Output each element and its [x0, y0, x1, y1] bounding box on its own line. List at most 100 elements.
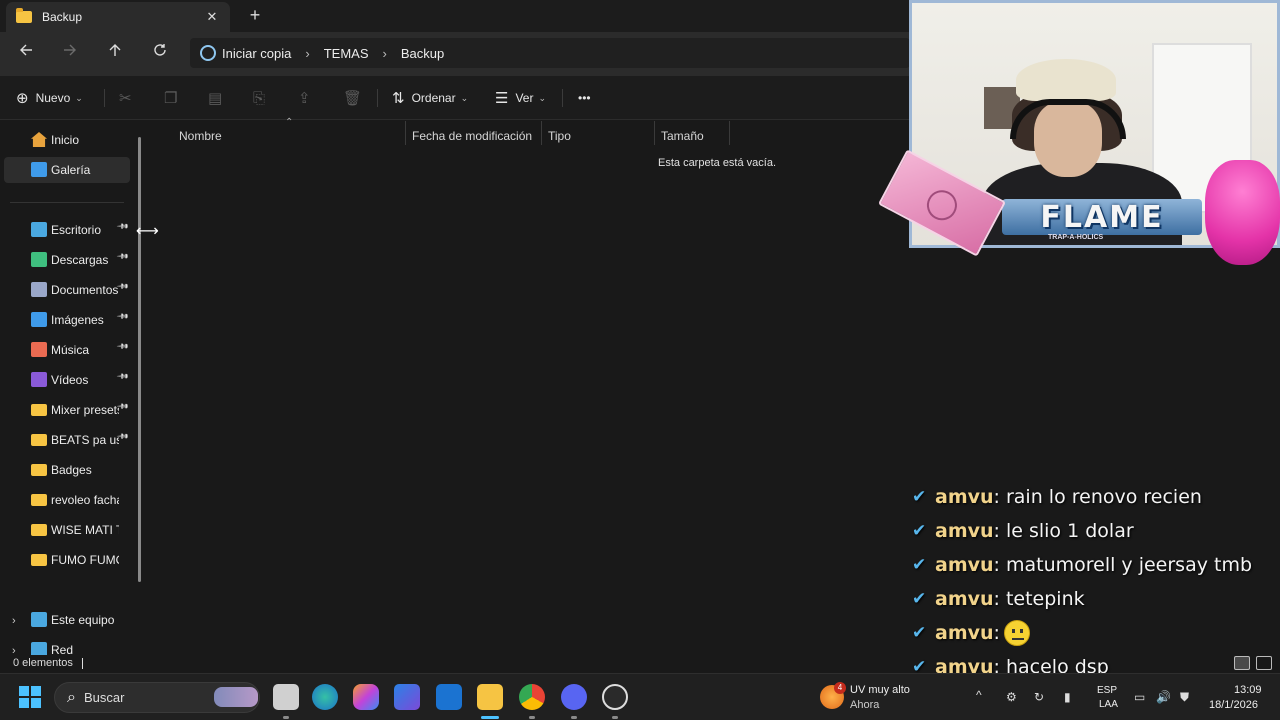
- outlook-icon[interactable]: [436, 684, 462, 710]
- chat-username: amvu: [935, 554, 994, 576]
- clock-date[interactable]: 18/1/2026: [1209, 699, 1258, 711]
- bill-seal: [921, 184, 963, 226]
- new-label: Nuevo: [35, 91, 71, 105]
- sidebar-item-label: Inicio: [51, 133, 80, 147]
- document-icon: [31, 282, 47, 297]
- chat-message: ✔ amvu: rain lo renovo recien: [912, 482, 1202, 512]
- start-button[interactable]: [19, 686, 41, 708]
- breadcrumb-backup[interactable]: Backup: [401, 46, 444, 61]
- running-indicator: [571, 716, 577, 719]
- sidebar-scrollbar[interactable]: [138, 137, 141, 582]
- store-icon[interactable]: [394, 684, 420, 710]
- desktop-icon: [31, 222, 47, 237]
- chat-message: ✔ amvu: matumorell y jeersay tmb: [912, 550, 1252, 580]
- sort-ascending-icon: ⌃: [285, 117, 294, 128]
- sidebar-item-network[interactable]: Red: [4, 637, 130, 655]
- sidebar-item-revoleo-facha[interactable]: revoleo facha: [4, 487, 130, 513]
- breadcrumb-temas[interactable]: TEMAS: [324, 46, 369, 61]
- tiles-view-button[interactable]: [1256, 656, 1272, 670]
- more-options-button[interactable]: •••: [578, 87, 591, 109]
- column-divider[interactable]: [654, 121, 655, 145]
- sidebar-item-label: Red: [51, 643, 74, 655]
- arrow-right-icon: [64, 44, 76, 56]
- tray-app-icon[interactable]: ▮: [1064, 690, 1071, 704]
- column-header-type[interactable]: Tipo: [548, 125, 571, 147]
- view-button[interactable]: ☰ Ver ⌄: [495, 87, 546, 109]
- weather-subtitle[interactable]: Ahora: [850, 699, 879, 711]
- copilot-icon[interactable]: [353, 684, 379, 710]
- chat-username: amvu: [935, 520, 994, 542]
- column-header-name[interactable]: Nombre: [179, 125, 222, 147]
- sidebar-item-wise-mati-tob-[interactable]: WISE MATI TOB': [4, 517, 130, 543]
- file-explorer-icon[interactable]: [477, 684, 503, 710]
- cut-button[interactable]: ✂: [119, 87, 139, 109]
- breadcrumb-separator[interactable]: ›: [305, 46, 309, 61]
- up-button[interactable]: [103, 42, 127, 64]
- sidebar-item-this-pc[interactable]: Este equipo: [4, 607, 130, 633]
- folder-icon: [31, 464, 47, 476]
- tray-app-icon[interactable]: ↻: [1034, 690, 1044, 704]
- plus-circle-icon: ⊕: [16, 90, 29, 107]
- share-button[interactable]: ⇪: [298, 87, 318, 109]
- sidebar-item-m-sica[interactable]: Música 📌: [4, 337, 130, 363]
- tray-overflow-button[interactable]: ^: [976, 688, 982, 702]
- task-view-icon[interactable]: [273, 684, 299, 710]
- sidebar-item-gallery[interactable]: Galería: [4, 157, 130, 183]
- sidebar-item-v-deos[interactable]: Vídeos 📌: [4, 367, 130, 393]
- download-icon: [31, 252, 47, 267]
- sort-label: Ordenar: [411, 91, 456, 105]
- discord-icon[interactable]: [561, 684, 587, 710]
- back-button[interactable]: [14, 42, 38, 64]
- display-icon[interactable]: ▭: [1134, 690, 1145, 704]
- sidebar-item-mixer-presets[interactable]: Mixer presets 📌: [4, 397, 130, 423]
- forward-button[interactable]: [58, 42, 82, 64]
- sidebar-item-escritorio[interactable]: Escritorio 📌: [4, 217, 130, 243]
- scissors-icon: ✂: [119, 90, 132, 107]
- column-header-size[interactable]: Tamaño: [661, 125, 704, 147]
- chat-username: amvu: [935, 622, 994, 644]
- tray-app-icon[interactable]: ⚙: [1006, 690, 1017, 704]
- sort-icon: ⇅: [392, 90, 405, 107]
- sidebar-item-home[interactable]: Inicio: [4, 127, 130, 153]
- column-divider[interactable]: [405, 121, 406, 145]
- language-indicator[interactable]: ESP: [1097, 685, 1117, 696]
- weather-title[interactable]: UV muy alto: [850, 684, 910, 696]
- edge-icon[interactable]: [312, 684, 338, 710]
- battery-icon[interactable]: ⛊: [1180, 690, 1189, 705]
- delete-button[interactable]: 🗑: [343, 87, 369, 109]
- breadcrumb-iniciar-copia[interactable]: Iniciar copia: [222, 46, 291, 61]
- chat-username: amvu: [935, 486, 994, 508]
- new-button[interactable]: ⊕ Nuevo ⌄: [16, 87, 83, 109]
- column-header-modified[interactable]: Fecha de modificación: [412, 125, 532, 147]
- sidebar-item-beats-pa-usar[interactable]: BEATS pa usar📌: [4, 427, 130, 453]
- copy-button[interactable]: ❐: [164, 87, 184, 109]
- details-view-button[interactable]: [1234, 656, 1250, 670]
- keyboard-layout[interactable]: LAA: [1099, 699, 1118, 710]
- breadcrumb-separator[interactable]: ›: [383, 46, 387, 61]
- close-tab-button[interactable]: ✕: [200, 9, 224, 25]
- sidebar-item-label: Este equipo: [51, 613, 115, 627]
- obs-icon[interactable]: [602, 684, 628, 710]
- sidebar-item-descargas[interactable]: Descargas 📌: [4, 247, 130, 273]
- column-divider[interactable]: [729, 121, 730, 145]
- sidebar-item-documentos[interactable]: Documentos 📌: [4, 277, 130, 303]
- paste-button[interactable]: ▤: [208, 87, 229, 109]
- arrow-up-icon: [109, 44, 121, 56]
- rename-button[interactable]: ⎘: [253, 87, 272, 109]
- sidebar-item-label: Badges: [51, 463, 92, 477]
- chrome-icon[interactable]: [519, 684, 545, 710]
- sidebar-item-fumo-fumo[interactable]: FUMO FUMO: [4, 547, 130, 573]
- sidebar-item-badges[interactable]: Badges: [4, 457, 130, 483]
- column-divider[interactable]: [541, 121, 542, 145]
- sidebar-item-label: Escritorio: [51, 223, 102, 237]
- home-icon: [31, 132, 47, 147]
- clock-time[interactable]: 13:09: [1234, 684, 1262, 696]
- tab-backup[interactable]: Backup ✕: [6, 2, 230, 32]
- sidebar-item-label: Imágenes: [51, 313, 104, 327]
- address-field[interactable]: Iniciar copia › TEMAS › Backup: [190, 38, 910, 68]
- refresh-button[interactable]: [148, 42, 172, 64]
- new-tab-button[interactable]: +: [244, 4, 266, 26]
- sort-button[interactable]: ⇅ Ordenar ⌄: [392, 87, 468, 109]
- sidebar-item-im-genes[interactable]: Imágenes 📌: [4, 307, 130, 333]
- volume-icon[interactable]: 🔊: [1156, 690, 1171, 704]
